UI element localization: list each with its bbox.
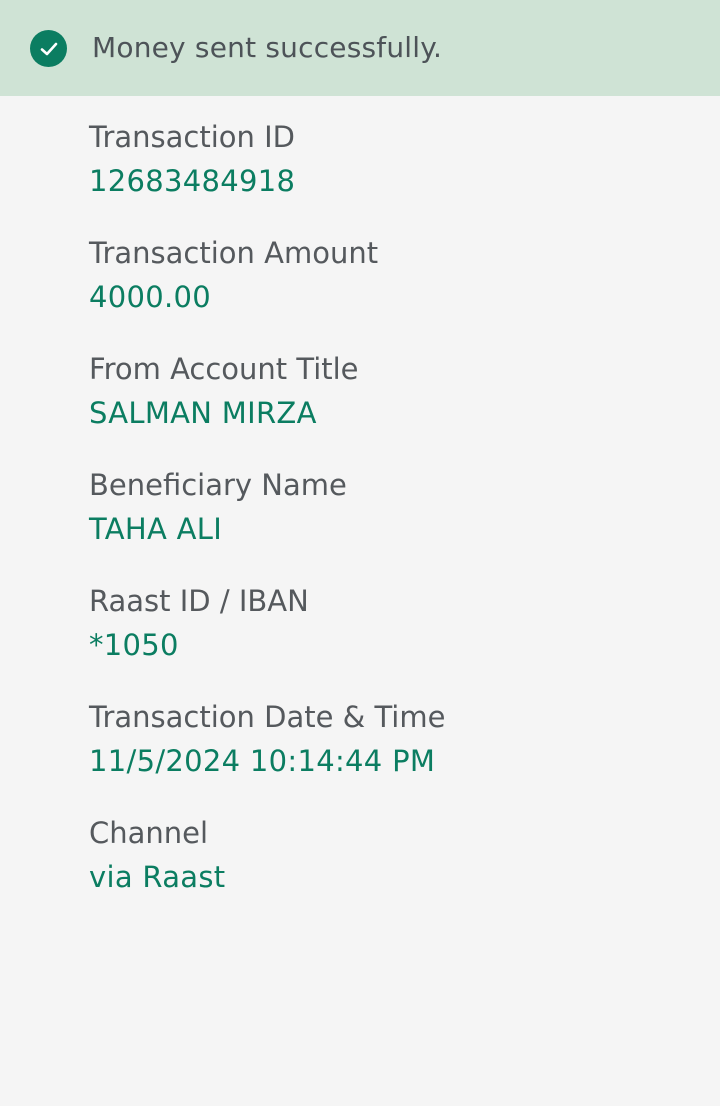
channel-field: Channel via Raast bbox=[89, 814, 689, 930]
transaction-amount-field: Transaction Amount 4000.00 bbox=[89, 234, 689, 350]
field-label: Transaction Amount bbox=[89, 236, 379, 270]
beneficiary-name-field: Beneficiary Name TAHA ALI bbox=[89, 466, 689, 582]
raast-id-iban-field: Raast ID / IBAN *1050 bbox=[89, 582, 689, 698]
from-account-title-field: From Account Title SALMAN MIRZA bbox=[89, 350, 689, 466]
field-label: Transaction ID bbox=[89, 120, 296, 154]
transaction-date-time-field: Transaction Date & Time 11/5/2024 10:14:… bbox=[89, 698, 689, 814]
check-circle-icon bbox=[30, 30, 67, 67]
field-value: 11/5/2024 10:14:44 PM bbox=[89, 744, 436, 778]
field-value: TAHA ALI bbox=[89, 512, 223, 546]
field-label: Channel bbox=[89, 816, 209, 850]
field-label: Transaction Date & Time bbox=[89, 700, 446, 734]
field-value: 4000.00 bbox=[89, 280, 212, 314]
transaction-id-field: Transaction ID 12683484918 bbox=[89, 118, 689, 234]
success-banner: Money sent successfully. bbox=[0, 0, 720, 96]
field-value: SALMAN MIRZA bbox=[89, 396, 317, 430]
field-label: Beneficiary Name bbox=[89, 468, 347, 502]
field-label: Raast ID / IBAN bbox=[89, 584, 309, 618]
field-value: *1050 bbox=[89, 628, 179, 662]
transaction-details: Transaction ID 12683484918 Transaction A… bbox=[89, 118, 689, 930]
success-message: Money sent successfully. bbox=[92, 31, 443, 64]
field-value: 12683484918 bbox=[89, 164, 296, 198]
field-label: From Account Title bbox=[89, 352, 359, 386]
field-value: via Raast bbox=[89, 860, 226, 894]
